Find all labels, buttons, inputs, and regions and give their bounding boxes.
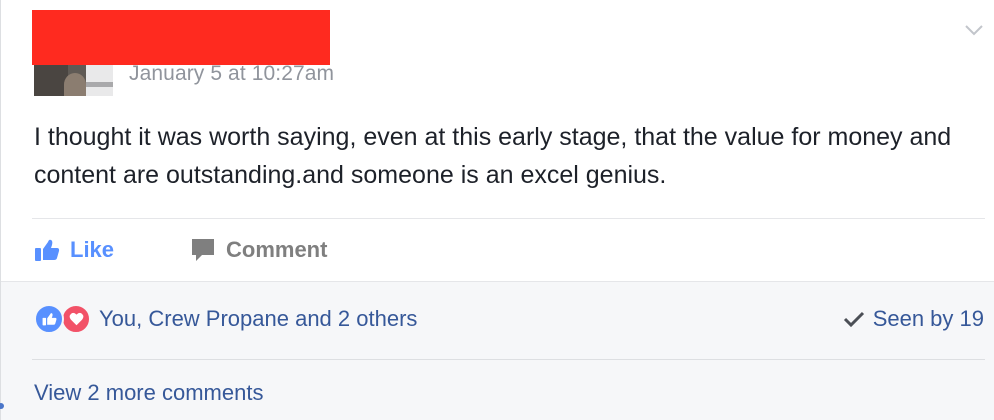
post-card: January 5 at 10:27am I thought it was wo… xyxy=(0,0,994,420)
feedback-section: You, Crew Propane and 2 others Seen by 1… xyxy=(0,281,994,420)
checkmark-icon xyxy=(843,311,864,328)
edge-indicator xyxy=(0,403,4,409)
comment-button[interactable]: Comment xyxy=(190,233,327,267)
like-button[interactable]: Like xyxy=(34,233,114,267)
redacted-author-name xyxy=(32,10,330,65)
comment-bubble-icon xyxy=(192,239,214,261)
seen-by-indicator[interactable]: Seen by 19 xyxy=(843,306,984,332)
thumbs-up-icon xyxy=(35,239,60,261)
like-label: Like xyxy=(70,237,115,262)
comment-label: Comment xyxy=(226,237,328,262)
love-reaction-icon xyxy=(61,304,91,334)
seen-by-label: Seen by 19 xyxy=(872,306,984,331)
reactions-summary[interactable]: You, Crew Propane and 2 others xyxy=(34,304,417,334)
divider xyxy=(32,218,985,219)
post-body-text: I thought it was worth saying, even at t… xyxy=(34,123,952,189)
reactions-names-link[interactable]: You, Crew Propane and 2 others xyxy=(99,306,417,332)
like-reaction-icon xyxy=(34,304,64,334)
view-more-comments-link[interactable]: View 2 more comments xyxy=(34,380,263,406)
post-timestamp[interactable]: January 5 at 10:27am xyxy=(129,62,334,86)
author-avatar[interactable] xyxy=(34,65,113,96)
divider xyxy=(32,359,985,360)
chevron-down-icon[interactable] xyxy=(964,22,984,38)
